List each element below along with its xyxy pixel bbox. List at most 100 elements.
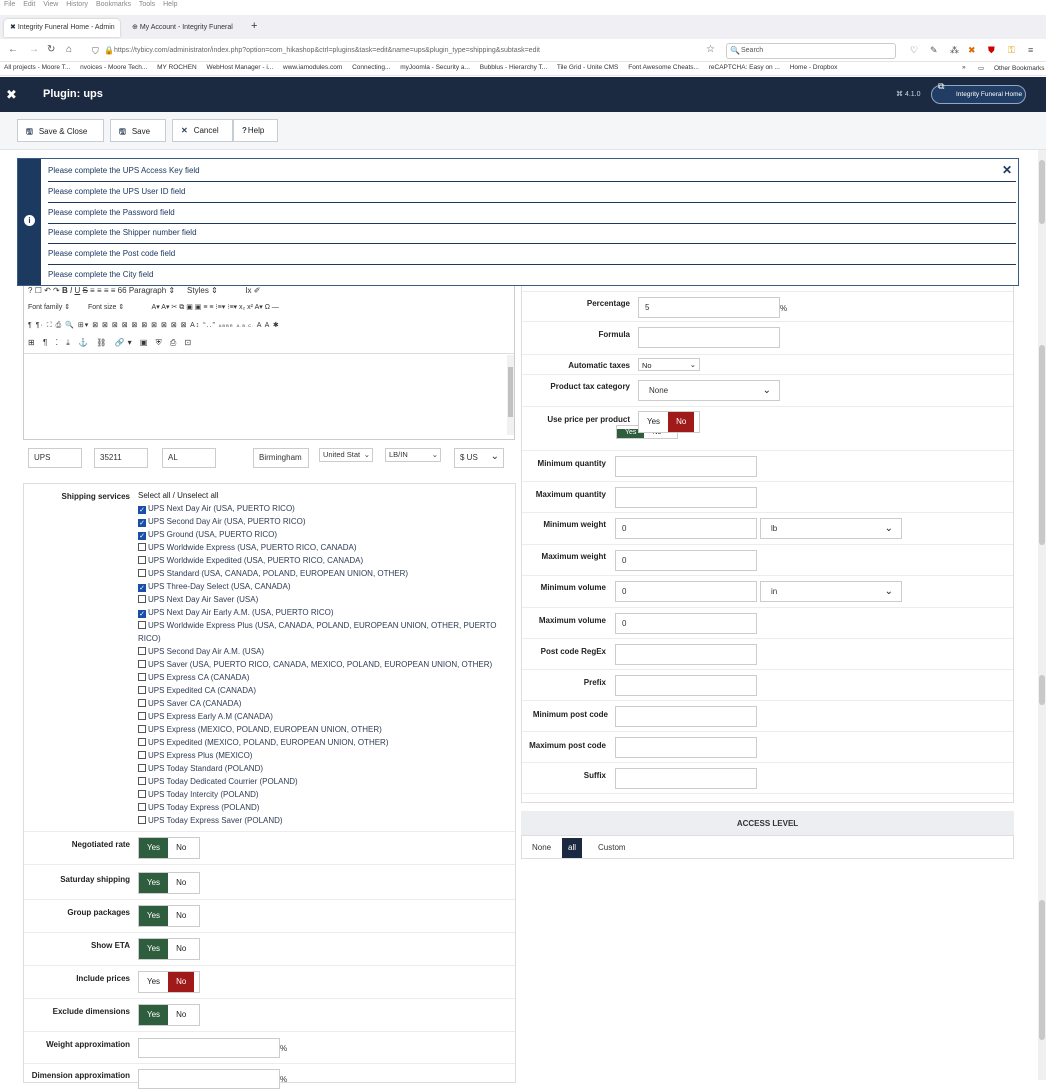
page-scrollbar-thumb[interactable] [1039, 900, 1045, 1040]
menu-help[interactable]: Help [163, 1, 177, 8]
shipping-service-option[interactable]: ✓ UPS Three-Day Select (USA, CANADA) [138, 582, 291, 592]
toggle-yes-option[interactable]: Yes [139, 1005, 169, 1025]
editor-tool[interactable]: ▣ [186, 304, 193, 311]
bookmark-item[interactable]: reCAPTCHA: Easy on ... [709, 64, 780, 71]
shipping-service-option[interactable]: UPS Today Dedicated Courrier (POLAND) [138, 777, 298, 786]
bookmark-item[interactable]: www.iamodules.com [283, 64, 342, 71]
editor-tool[interactable]: ☐ [35, 286, 42, 295]
checkbox-icon[interactable] [138, 686, 146, 694]
toggle-yes-option[interactable]: Yes [139, 838, 169, 858]
editor-scrollbar-thumb[interactable] [508, 367, 513, 417]
editor-tool[interactable]: ¶ [28, 322, 33, 329]
editor-tool[interactable]: ▾ [234, 304, 238, 311]
checkbox-icon[interactable] [138, 647, 146, 655]
editor-tool[interactable]: ≡ [97, 286, 102, 295]
editor-tool[interactable]: ▾ [85, 322, 90, 329]
checkbox-icon[interactable] [138, 777, 146, 785]
editor-tool[interactable]: I [70, 286, 72, 295]
shipping-service-option[interactable]: UPS Second Day Air A.M. (USA) [138, 647, 264, 656]
checkbox-checked-icon[interactable]: ✓ [138, 519, 146, 527]
bookmarks-more-button[interactable]: » [962, 64, 966, 71]
editor-tool[interactable]: ↶ [44, 286, 51, 295]
editor-tool[interactable]: ¶ [43, 338, 50, 347]
editor-tool[interactable]: ≡ [104, 286, 109, 295]
editor-tool[interactable]: ≡ [209, 304, 213, 311]
checkbox-icon[interactable] [138, 543, 146, 551]
shipping-service-option[interactable]: ✓ UPS Ground (USA, PUERTO RICO) [138, 530, 277, 540]
max-volume-input[interactable]: 0 [615, 613, 757, 634]
editor-tool[interactable]: ▣ [140, 338, 151, 347]
checkbox-icon[interactable] [138, 816, 146, 824]
yes-no-toggle[interactable]: Yes No [138, 905, 200, 927]
bookmark-item[interactable]: Tile Grid - Unite CMS [557, 64, 619, 71]
menu-file[interactable]: File [4, 1, 15, 8]
editor-tool[interactable]: ≡ [111, 286, 116, 295]
shipping-service-option[interactable]: UPS Standard (USA, CANADA, POLAND, EUROP… [138, 569, 408, 578]
bookmark-item[interactable]: Home - Dropbox [790, 64, 838, 71]
dimension-approximation-input[interactable] [138, 1069, 280, 1089]
menu-view[interactable]: View [43, 1, 58, 8]
browser-search-input[interactable]: 🔍 Search [726, 43, 896, 59]
pocket-icon[interactable]: ♡ [910, 45, 918, 56]
page-scrollbar-thumb[interactable] [1039, 345, 1045, 545]
toggle-no-option[interactable]: No [668, 412, 695, 432]
editor-tool[interactable]: Ix [245, 286, 251, 295]
editor-tool[interactable]: x² [247, 304, 253, 311]
bookmark-item[interactable]: nvoices - Moore Tech... [80, 64, 147, 71]
min-quantity-input[interactable] [615, 456, 757, 477]
shipper-name-input[interactable]: UPS [28, 448, 82, 468]
editor-tool[interactable]: S [82, 286, 87, 295]
menu-icon[interactable]: ≡ [1028, 45, 1033, 55]
tools-icon[interactable]: ✖ [968, 45, 976, 56]
extension-icon[interactable]: ⁂ [950, 45, 959, 56]
save-close-button[interactable]: 🖫 Save & Close [17, 119, 104, 142]
cancel-button[interactable]: ✕ Cancel [172, 119, 233, 142]
menu-tools[interactable]: Tools [139, 1, 155, 8]
bookmark-item[interactable]: WebHost Manager - i... [206, 64, 273, 71]
editor-tool[interactable]: ⊠ [141, 322, 148, 329]
view-site-button[interactable]: Integrity Funeral Home [931, 85, 1026, 104]
checkbox-icon[interactable] [138, 595, 146, 603]
editor-tool[interactable]: ✱ [273, 322, 280, 329]
shipping-service-option[interactable]: ✓ UPS Next Day Air (USA, PUERTO RICO) [138, 504, 295, 514]
checkbox-icon[interactable] [138, 790, 146, 798]
toggle-yes-option[interactable]: Yes [139, 873, 169, 893]
shipper-state-input[interactable]: AL [162, 448, 216, 468]
min-volume-input[interactable]: 0 [615, 581, 757, 602]
page-scrollbar-thumb[interactable] [1039, 160, 1045, 224]
editor-tool[interactable]: ⊠ [181, 322, 188, 329]
max-postcode-input[interactable] [615, 737, 757, 758]
suffix-input[interactable] [615, 768, 757, 789]
shipping-service-option[interactable]: UPS Express Early A.M (CANADA) [138, 712, 273, 721]
min-weight-input[interactable]: 0 [615, 518, 757, 539]
editor-tool[interactable]: ⊞ [28, 338, 38, 347]
shipping-service-option[interactable]: UPS Express (MEXICO, POLAND, EUROPEAN UN… [138, 725, 382, 734]
checkbox-icon[interactable] [138, 556, 146, 564]
shipping-service-option[interactable]: UPS Saver (USA, PUERTO RICO, CANADA, MEX… [138, 660, 492, 669]
checkbox-icon[interactable] [138, 764, 146, 772]
price-per-product-toggle[interactable]: Yes No [638, 411, 700, 433]
editor-tool[interactable]: A [265, 322, 270, 329]
checkbox-icon[interactable] [138, 712, 146, 720]
weight-unit-select[interactable]: lb ⌄ [760, 518, 902, 539]
shipping-service-option[interactable]: UPS Today Intercity (POLAND) [138, 790, 259, 799]
page-scrollbar-thumb[interactable] [1039, 675, 1045, 705]
key-icon[interactable]: ⚿ [1008, 45, 1015, 56]
editor-tool[interactable]: ⊡ [185, 338, 195, 347]
access-custom-option[interactable]: Custom [592, 838, 632, 858]
prefix-input[interactable] [615, 675, 757, 696]
checkbox-checked-icon[interactable]: ✓ [138, 584, 146, 592]
checkbox-icon[interactable] [138, 673, 146, 681]
access-none-option[interactable]: None [526, 838, 557, 858]
other-bookmarks[interactable]: ▭ Other Bookmarks [978, 64, 1046, 72]
editor-tool[interactable]: ↷ [53, 286, 60, 295]
editor-tool[interactable]: “..” [203, 322, 216, 329]
menu-edit[interactable]: Edit [23, 1, 35, 8]
checkbox-icon[interactable] [138, 660, 146, 668]
shipper-city-input[interactable]: Birmingham [253, 448, 309, 468]
home-icon[interactable]: ⌂ [66, 44, 72, 55]
editor-tool[interactable]: ✂ [171, 304, 177, 311]
editor-tool[interactable]: ⊠ [122, 322, 129, 329]
font-size-select[interactable]: Font size ⇕ [88, 303, 150, 311]
editor-tool[interactable]: ⎙ [56, 322, 63, 329]
